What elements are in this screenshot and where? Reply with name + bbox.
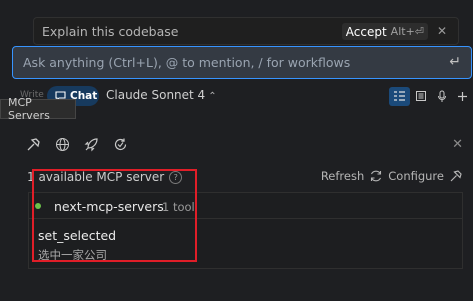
mcp-status: 1 available MCP server ? xyxy=(27,170,183,184)
suggestion-text[interactable]: Explain this codebase xyxy=(42,24,178,39)
model-selector[interactable]: Claude Sonnet 4 ⌃ xyxy=(106,88,217,102)
chat-input[interactable]: Ask anything (Ctrl+L), @ to mention, / f… xyxy=(12,46,472,79)
tool-name: set_selected xyxy=(38,228,117,243)
suggestion-bar[interactable]: Explain this codebase Accept Alt+⏎ ✕ xyxy=(33,17,459,45)
chevron-up-icon: ⌃ xyxy=(208,91,217,102)
help-icon[interactable]: ? xyxy=(169,170,183,184)
refresh-circle-icon[interactable] xyxy=(112,136,128,152)
close-panel-icon[interactable]: ✕ xyxy=(452,137,463,152)
mcp-actions: Refresh Configure xyxy=(321,169,463,183)
accept-shortcut: Alt+⏎ xyxy=(390,25,424,38)
dismiss-suggestion-close-icon[interactable]: ✕ xyxy=(437,24,447,38)
rocket-icon[interactable] xyxy=(83,136,99,152)
notes-icon[interactable] xyxy=(410,87,431,106)
server-status-dot xyxy=(35,203,41,209)
chat-input-placeholder: Ask anything (Ctrl+L), @ to mention, / f… xyxy=(23,55,351,70)
submit-enter-icon[interactable]: ↵ xyxy=(449,54,461,70)
hammer-config-icon[interactable] xyxy=(449,169,463,183)
server-header[interactable]: next-mcp-servers 1 tool xyxy=(29,193,462,219)
server-tool-count: 1 tool xyxy=(162,200,195,214)
accept-label: Accept xyxy=(345,24,387,39)
hammer-icon[interactable] xyxy=(25,136,41,152)
accept-suggestion-button[interactable]: Accept Alt+⏎ xyxy=(341,23,428,40)
mcp-servers-tooltip: MCP Servers xyxy=(0,96,76,122)
microphone-icon[interactable] xyxy=(431,87,452,106)
server-name: next-mcp-servers xyxy=(54,199,164,214)
globe-icon[interactable] xyxy=(54,136,70,152)
add-icon[interactable] xyxy=(452,87,473,106)
refresh-button[interactable]: Refresh xyxy=(321,169,364,183)
panel-icon-row xyxy=(25,135,128,153)
tool-description: 选中一家公司 xyxy=(38,248,107,262)
mcp-server-card[interactable]: next-mcp-servers 1 tool set_selected 选中一… xyxy=(28,192,463,269)
mcp-status-text: 1 available MCP server xyxy=(27,170,165,184)
configure-button[interactable]: Configure xyxy=(388,169,444,183)
input-tools xyxy=(389,86,473,106)
model-label: Claude Sonnet 4 xyxy=(106,88,206,102)
checklist-icon[interactable] xyxy=(389,86,410,106)
refresh-icon[interactable] xyxy=(369,169,383,183)
